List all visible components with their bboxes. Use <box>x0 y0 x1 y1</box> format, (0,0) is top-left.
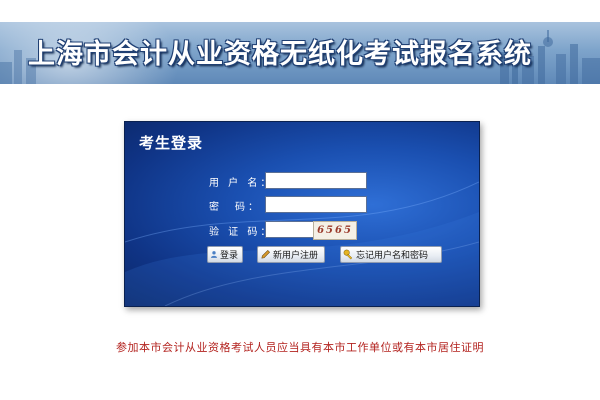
key-icon <box>343 249 353 260</box>
login-button-label: 登录 <box>219 251 238 261</box>
password-input[interactable] <box>265 196 367 213</box>
forgot-credentials-button[interactable]: 忘记用户名和密码 <box>340 246 442 263</box>
page: 上海市会计从业资格无纸化考试报名系统 考生登录 用 户 名： 密 码： 验 证 … <box>0 0 600 400</box>
user-lock-icon <box>210 251 217 258</box>
register-button[interactable]: 新用户注册 <box>257 246 325 263</box>
register-button-label: 新用户注册 <box>273 251 319 261</box>
login-panel: 考生登录 用 户 名： 密 码： 验 证 码： 6565 登录 新用户注册 忘记… <box>124 121 480 307</box>
username-input[interactable] <box>265 172 367 189</box>
header-banner: 上海市会计从业资格无纸化考试报名系统 <box>0 22 600 84</box>
password-row: 密 码： <box>125 196 479 216</box>
login-title: 考生登录 <box>139 134 204 152</box>
pencil-icon <box>261 249 271 259</box>
captcha-label: 验 证 码： <box>209 227 274 238</box>
captcha-image[interactable]: 6565 <box>313 221 357 240</box>
captcha-row: 验 证 码： 6565 <box>125 221 479 241</box>
system-title: 上海市会计从业资格无纸化考试报名系统 <box>28 39 532 70</box>
username-row: 用 户 名： <box>125 172 479 192</box>
forgot-button-label: 忘记用户名和密码 <box>356 251 429 261</box>
captcha-input[interactable] <box>265 221 317 238</box>
eligibility-notice: 参加本市会计从业资格考试人员应当具有本市工作单位或有本市居住证明 <box>116 341 484 354</box>
password-label: 密 码： <box>209 202 261 213</box>
login-button[interactable]: 登录 <box>207 246 243 263</box>
username-label: 用 户 名： <box>209 178 274 189</box>
